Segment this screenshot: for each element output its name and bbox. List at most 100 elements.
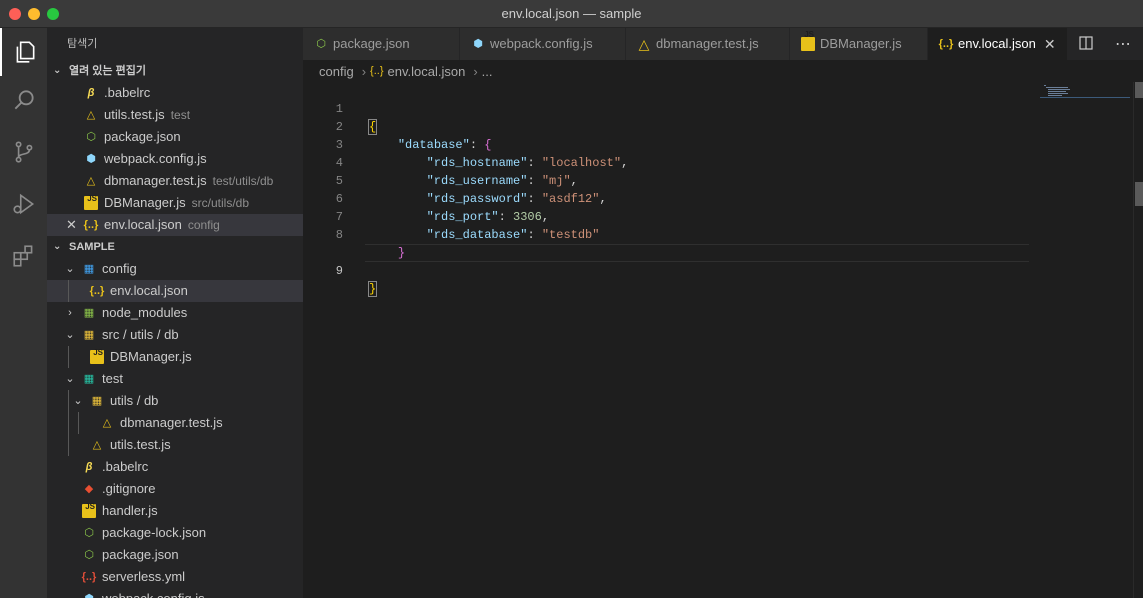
code-line: 2 "database": { bbox=[335, 120, 492, 152]
open-editor-item[interactable]: ⬢ webpack.config.js bbox=[47, 148, 303, 170]
babel-icon: β bbox=[87, 87, 95, 99]
tree-file[interactable]: ⬢ webpack.config.js bbox=[47, 588, 303, 598]
open-editors-header[interactable]: ⌄ 열려 있는 편집기 bbox=[47, 60, 303, 82]
code-line: 5 "rds_password": "asdf12", bbox=[335, 174, 607, 206]
search-icon[interactable] bbox=[0, 76, 47, 124]
tree-file-active[interactable]: {..} env.local.json bbox=[47, 280, 303, 302]
workspace-header[interactable]: ⌄ SAMPLE bbox=[47, 236, 303, 258]
tree-file[interactable]: β .babelrc bbox=[47, 456, 303, 478]
nodejs-icon: ⬡ bbox=[86, 131, 96, 143]
webpack-icon: ⬢ bbox=[473, 38, 483, 50]
nodejs-icon: ⬡ bbox=[316, 38, 326, 50]
js-icon: JS bbox=[84, 194, 98, 210]
code-editor[interactable]: 1 { 2 "database": { 3 "rds_hostname": "l… bbox=[303, 82, 1133, 598]
open-editor-item[interactable]: △ utils.test.js test bbox=[47, 104, 303, 126]
extensions-icon[interactable] bbox=[0, 232, 47, 280]
breadcrumb: config › {..} env.local.json › ... bbox=[303, 60, 1133, 82]
tab-dbmanager-test[interactable]: △ dbmanager.test.js bbox=[626, 28, 790, 60]
split-editor-icon[interactable] bbox=[1079, 35, 1093, 53]
folder-config-icon: ▦ bbox=[83, 263, 95, 275]
editor-tabs: ⬡ package.json ⬢ webpack.config.js △ dbm… bbox=[303, 28, 1143, 60]
folder-node-icon: ▦ bbox=[83, 307, 95, 319]
open-editor-item-active[interactable]: ✕ {..} env.local.json config bbox=[47, 214, 303, 236]
chevron-right-icon: › bbox=[68, 307, 72, 319]
breadcrumb-folder[interactable]: config bbox=[319, 64, 354, 79]
open-editor-item[interactable]: △ dbmanager.test.js test/utils/db bbox=[47, 170, 303, 192]
code-line: 3 "rds_hostname": "localhost", bbox=[335, 138, 629, 170]
chevron-down-icon: ⌄ bbox=[53, 241, 62, 252]
tree-file[interactable]: ⬡ package.json bbox=[47, 544, 303, 566]
webpack-icon: ⬢ bbox=[81, 591, 97, 598]
code-line: 4 "rds_username": "mj", bbox=[335, 156, 578, 188]
json-icon: {..} bbox=[370, 65, 384, 77]
scrollbar-marker bbox=[1135, 192, 1143, 206]
window-title: env.local.json — sample bbox=[501, 6, 642, 21]
flask-icon: △ bbox=[92, 439, 102, 451]
json-icon: {..} bbox=[938, 38, 954, 50]
scrollbar-thumb[interactable] bbox=[1135, 82, 1143, 98]
tree-folder[interactable]: ⌄ ▦ utils / db bbox=[47, 390, 303, 412]
yaml-icon: {..} bbox=[81, 571, 97, 583]
code-line: 1 { bbox=[335, 102, 378, 135]
tree-file[interactable]: △ dbmanager.test.js bbox=[47, 412, 303, 434]
tab-dbmanager-js[interactable]: JS DBManager.js bbox=[790, 28, 928, 60]
open-editor-item[interactable]: JS DBManager.js src/utils/db bbox=[47, 192, 303, 214]
json-icon: {..} bbox=[89, 285, 105, 297]
tab-package-json[interactable]: ⬡ package.json bbox=[303, 28, 460, 60]
chevron-down-icon: ⌄ bbox=[53, 65, 62, 76]
chevron-down-icon: ⌄ bbox=[65, 373, 75, 385]
minimap[interactable] bbox=[1040, 84, 1130, 98]
chevron-down-icon: ⌄ bbox=[73, 395, 83, 407]
code-line-current: 9 } bbox=[303, 226, 1133, 297]
chevron-down-icon: ⌄ bbox=[65, 329, 75, 341]
js-icon: JS bbox=[82, 502, 96, 518]
explorer-sidebar: 탐색기 ⌄ 열려 있는 편집기 β .babelrc △ utils.test.… bbox=[47, 28, 303, 598]
breadcrumb-file[interactable]: env.local.json bbox=[388, 64, 466, 79]
vertical-scrollbar[interactable] bbox=[1133, 82, 1143, 598]
tree-file[interactable]: {..} serverless.yml bbox=[47, 566, 303, 588]
close-icon[interactable]: ✕ bbox=[1044, 28, 1056, 60]
tree-file[interactable]: JS DBManager.js bbox=[47, 346, 303, 368]
tree-folder[interactable]: ⌄ ▦ test bbox=[47, 368, 303, 390]
tab-webpack-config[interactable]: ⬢ webpack.config.js bbox=[460, 28, 626, 60]
activity-bar bbox=[0, 28, 47, 598]
more-actions-icon[interactable]: ⋯ bbox=[1115, 34, 1132, 54]
chevron-right-icon: › bbox=[473, 63, 478, 79]
flask-icon: △ bbox=[638, 36, 650, 52]
tree-file[interactable]: JS handler.js bbox=[47, 500, 303, 522]
nodejs-icon: ⬡ bbox=[84, 527, 94, 539]
tree-file[interactable]: ⬡ package-lock.json bbox=[47, 522, 303, 544]
babel-icon: β bbox=[85, 461, 93, 473]
code-line: 8 } bbox=[335, 228, 406, 260]
title-bar: env.local.json — sample bbox=[0, 0, 1143, 28]
chevron-down-icon: ⌄ bbox=[65, 263, 75, 275]
nodejs-icon: ⬡ bbox=[84, 549, 94, 561]
tree-folder[interactable]: › ▦ node_modules bbox=[47, 302, 303, 324]
tree-folder[interactable]: ⌄ ▦ config bbox=[47, 258, 303, 280]
folder-test-icon: ▦ bbox=[83, 373, 95, 385]
source-control-icon[interactable] bbox=[0, 128, 47, 176]
folder-open-icon: ▦ bbox=[91, 395, 103, 407]
open-editor-item[interactable]: β .babelrc bbox=[47, 82, 303, 104]
run-debug-icon[interactable] bbox=[0, 180, 47, 228]
webpack-icon: ⬢ bbox=[86, 153, 96, 165]
tree-folder[interactable]: ⌄ ▦ src / utils / db bbox=[47, 324, 303, 346]
js-icon: JS bbox=[801, 30, 815, 51]
open-editor-item[interactable]: ⬡ package.json bbox=[47, 126, 303, 148]
folder-open-icon: ▦ bbox=[83, 329, 95, 341]
sidebar-title: 탐색기 bbox=[67, 38, 98, 50]
explorer-icon[interactable] bbox=[0, 28, 47, 76]
editor-actions: ⋯ bbox=[1068, 28, 1143, 60]
flask-icon: △ bbox=[102, 417, 112, 429]
chevron-right-icon: › bbox=[361, 63, 367, 79]
git-icon: ◆ bbox=[84, 483, 94, 495]
flask-icon: △ bbox=[86, 109, 96, 121]
code-line: 6 "rds_port": 3306, bbox=[335, 192, 550, 224]
json-icon: {..} bbox=[83, 219, 99, 231]
close-icon[interactable]: ✕ bbox=[66, 214, 77, 236]
tree-file[interactable]: △ utils.test.js bbox=[47, 434, 303, 456]
code-line: 7 "rds_database": "testdb" bbox=[335, 210, 600, 242]
flask-icon: △ bbox=[86, 175, 96, 187]
breadcrumb-more[interactable]: ... bbox=[482, 64, 493, 79]
tab-env-local-json[interactable]: {..} env.local.json ✕ bbox=[928, 28, 1068, 60]
